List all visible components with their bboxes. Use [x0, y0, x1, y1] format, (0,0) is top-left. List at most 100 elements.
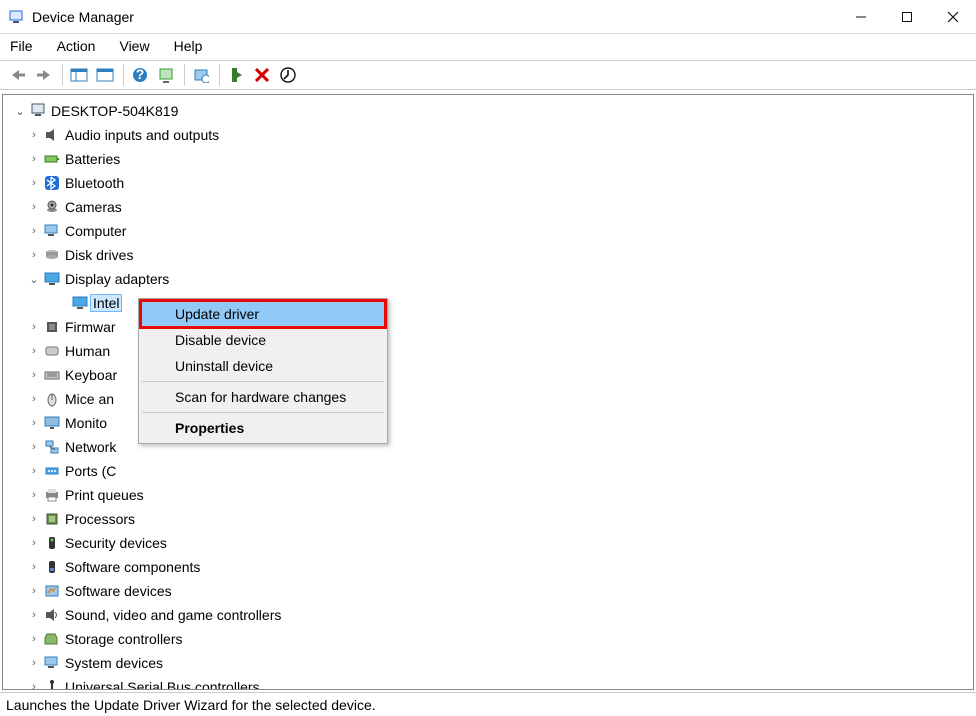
computer-icon [29, 102, 47, 120]
tree-category-label: Monito [65, 415, 107, 431]
back-button[interactable] [6, 63, 30, 87]
app-icon [8, 9, 24, 25]
scan-hardware-button[interactable] [154, 63, 178, 87]
tree-category[interactable]: › System devices [9, 651, 973, 675]
tree-category-label: Keyboar [65, 367, 117, 383]
hid-icon [43, 342, 61, 360]
chevron-right-icon[interactable]: › [27, 681, 41, 690]
tree-category-label: Display adapters [65, 271, 169, 287]
network-icon [43, 438, 61, 456]
tree-category[interactable]: › Disk drives [9, 243, 973, 267]
chip-icon [43, 318, 61, 336]
tree-category[interactable]: › Storage controllers [9, 627, 973, 651]
tree-category-label: System devices [65, 655, 163, 671]
keyboard-icon [43, 366, 61, 384]
status-bar: Launches the Update Driver Wizard for th… [0, 692, 976, 716]
uninstall-device-button[interactable] [250, 63, 274, 87]
chevron-right-icon[interactable]: › [27, 345, 41, 357]
chevron-right-icon[interactable]: › [27, 321, 41, 333]
monitor-icon [43, 414, 61, 432]
forward-button[interactable] [32, 63, 56, 87]
swcomp-icon [43, 558, 61, 576]
ctx-disable-device[interactable]: Disable device [141, 327, 385, 353]
chevron-right-icon[interactable]: › [27, 369, 41, 381]
chevron-right-icon[interactable]: › [27, 489, 41, 501]
ctx-properties[interactable]: Properties [141, 415, 385, 441]
mouse-icon [43, 390, 61, 408]
chevron-right-icon[interactable]: › [27, 633, 41, 645]
ctx-separator [142, 381, 384, 382]
sound-icon [43, 606, 61, 624]
update-driver-button[interactable] [189, 63, 213, 87]
chevron-right-icon[interactable]: › [27, 153, 41, 165]
ctx-update-driver[interactable]: Update driver [141, 301, 385, 327]
menu-file[interactable]: File [10, 38, 33, 54]
context-menu: Update driver Disable device Uninstall d… [138, 298, 388, 444]
bluetooth-icon [43, 174, 61, 192]
ctx-uninstall-device[interactable]: Uninstall device [141, 353, 385, 379]
tree-category-label: Cameras [65, 199, 122, 215]
tree-category[interactable]: › Software components [9, 555, 973, 579]
show-hide-console-tree-button[interactable] [67, 63, 91, 87]
chevron-right-icon[interactable]: › [27, 465, 41, 477]
title-bar: Device Manager [0, 0, 976, 34]
menu-bar: File Action View Help [0, 34, 976, 58]
maximize-button[interactable] [884, 2, 930, 32]
tree-category-label: Human [65, 343, 110, 359]
security-icon [43, 534, 61, 552]
swdev-icon [43, 582, 61, 600]
chevron-right-icon[interactable]: › [27, 657, 41, 669]
chevron-right-icon[interactable]: › [27, 417, 41, 429]
tree-category-label: Storage controllers [65, 631, 183, 647]
tree-category[interactable]: › Universal Serial Bus controllers [9, 675, 973, 690]
chevron-right-icon[interactable]: › [27, 201, 41, 213]
tree-category-label: Firmwar [65, 319, 116, 335]
chevron-right-icon[interactable]: › [27, 609, 41, 621]
tree-category[interactable]: › Computer [9, 219, 973, 243]
tree-category[interactable]: › Processors [9, 507, 973, 531]
help-button[interactable]: ? [128, 63, 152, 87]
ctx-scan-hardware[interactable]: Scan for hardware changes [141, 384, 385, 410]
chevron-right-icon[interactable]: › [27, 249, 41, 261]
camera-icon [43, 198, 61, 216]
tree-category-label: Mice an [65, 391, 114, 407]
chevron-right-icon[interactable]: › [27, 177, 41, 189]
tree-category[interactable]: › Security devices [9, 531, 973, 555]
tree-category[interactable]: › Cameras [9, 195, 973, 219]
window-title: Device Manager [32, 9, 134, 25]
tree-category[interactable]: › Ports (C [9, 459, 973, 483]
chevron-right-icon[interactable]: › [27, 513, 41, 525]
tree-category[interactable]: › Sound, video and game controllers [9, 603, 973, 627]
menu-action[interactable]: Action [57, 38, 96, 54]
tree-category[interactable]: › Bluetooth [9, 171, 973, 195]
tree-category[interactable]: ⌄ Display adapters [9, 267, 973, 291]
chevron-right-icon[interactable]: › [27, 585, 41, 597]
close-button[interactable] [930, 2, 976, 32]
chevron-right-icon[interactable]: › [27, 129, 41, 141]
tree-device-label: Intel [90, 294, 122, 312]
enable-device-button[interactable] [224, 63, 248, 87]
tree-root[interactable]: ⌄ DESKTOP-504K819 [9, 99, 973, 123]
scan-changes-button[interactable] [276, 63, 300, 87]
minimize-button[interactable] [838, 2, 884, 32]
svg-text:?: ? [136, 67, 145, 82]
tree-category[interactable]: › Audio inputs and outputs [9, 123, 973, 147]
chevron-down-icon[interactable]: ⌄ [13, 105, 27, 118]
menu-view[interactable]: View [119, 38, 149, 54]
tree-category[interactable]: › Software devices [9, 579, 973, 603]
tree-root-label: DESKTOP-504K819 [51, 103, 178, 119]
tree-category[interactable]: › Batteries [9, 147, 973, 171]
chevron-right-icon[interactable]: › [27, 561, 41, 573]
custom-view-button[interactable] [93, 63, 117, 87]
tree-category-label: Bluetooth [65, 175, 124, 191]
chevron-right-icon[interactable]: › [27, 393, 41, 405]
chevron-right-icon[interactable]: › [27, 537, 41, 549]
chevron-down-icon[interactable]: ⌄ [27, 273, 41, 286]
storage-icon [43, 630, 61, 648]
tree-category-label: Network [65, 439, 116, 455]
chevron-right-icon[interactable]: › [27, 225, 41, 237]
chevron-right-icon[interactable]: › [27, 441, 41, 453]
tree-category[interactable]: › Print queues [9, 483, 973, 507]
menu-help[interactable]: Help [174, 38, 203, 54]
status-text: Launches the Update Driver Wizard for th… [6, 697, 376, 713]
